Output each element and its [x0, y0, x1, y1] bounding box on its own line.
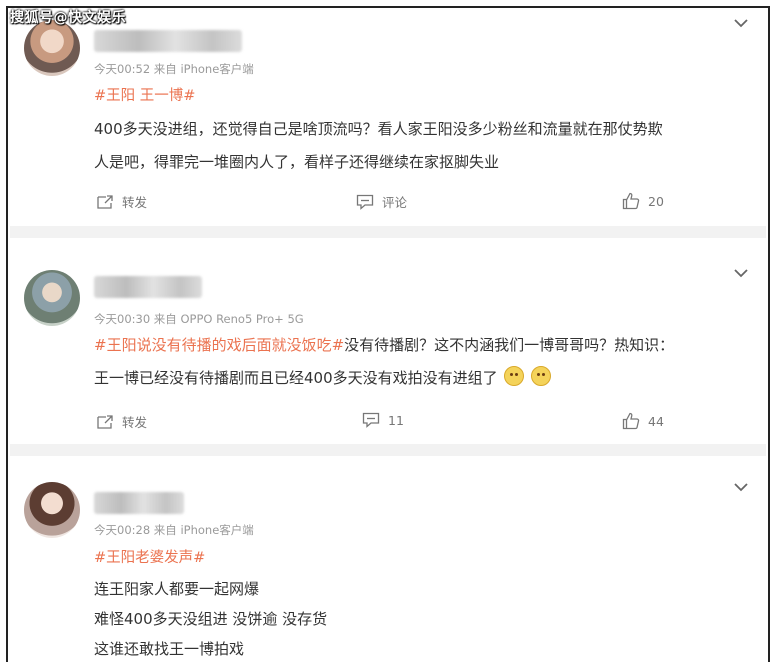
repost-button[interactable]: 转发: [96, 412, 147, 431]
comment-meta: 今天00:30 来自 OPPO Reno5 Pro+ 5G: [94, 312, 304, 326]
watermark: 搜狐号@快文娱乐: [10, 10, 126, 26]
comment-icon: [362, 412, 380, 428]
comment-text-line: 难怪400多天没组进 没饼逾 没存货: [94, 610, 328, 628]
chevron-down-icon[interactable]: [734, 482, 748, 492]
comment-text: 王一博已经没有待播剧而且已经400多天没有戏拍没有进组了: [94, 369, 498, 387]
repost-icon: [97, 194, 113, 209]
comment-card: 今天00:52 来自 iPhone客户端 #王阳 王一博# 400多天没进组，还…: [10, 8, 766, 226]
chevron-down-icon[interactable]: [734, 18, 748, 28]
comment-card: 今天00:28 来自 iPhone客户端 #王阳老婆发声# 连王阳家人都要一起网…: [10, 456, 766, 666]
avatar[interactable]: [24, 482, 80, 538]
like-button[interactable]: 20: [622, 192, 664, 210]
topic-tag[interactable]: #王阳老婆发声#: [94, 546, 205, 567]
repost-button[interactable]: 转发: [96, 192, 147, 211]
thumbs-up-icon: [622, 412, 640, 430]
like-count: 20: [648, 193, 664, 209]
comment-count: 11: [388, 412, 404, 428]
separator: [10, 226, 766, 238]
topic-tag[interactable]: #王阳说没有待播的戏后面就没饭吃#: [94, 336, 344, 354]
separator: [10, 444, 766, 456]
comment-text-line: 这谁还敢找王一博拍戏: [94, 640, 245, 658]
chevron-down-icon[interactable]: [734, 268, 748, 278]
username-blurred[interactable]: [94, 30, 242, 52]
comment-button[interactable]: 11: [362, 412, 404, 428]
comment-text-line: #王阳说没有待播的戏后面就没饭吃#没有待播剧？这不内涵我们一博哥哥吗？热知识：: [94, 334, 674, 355]
emoji-icon: [531, 366, 552, 386]
comment-button[interactable]: 评论: [356, 192, 407, 211]
emoji-icon: [504, 366, 525, 386]
comment-text-line: 400多天没进组，还觉得自己是啥顶流吗？看人家王阳没多少粉丝和流量就在那仗势欺: [94, 120, 663, 138]
like-count: 44: [648, 413, 664, 429]
comment-text-line: 连王阳家人都要一起网爆: [94, 580, 260, 598]
comment-card: 今天00:30 来自 OPPO Reno5 Pro+ 5G #王阳说没有待播的戏…: [10, 238, 766, 444]
comment-meta: 今天00:28 来自 iPhone客户端: [94, 523, 254, 537]
comment-label: 评论: [382, 195, 408, 210]
comment-meta: 今天00:52 来自 iPhone客户端: [94, 62, 254, 76]
comment-text-line: 王一博已经没有待播剧而且已经400多天没有戏拍没有进组了: [94, 366, 552, 388]
repost-label: 转发: [122, 415, 148, 430]
thumbs-up-icon: [622, 192, 640, 210]
username-blurred[interactable]: [94, 492, 184, 514]
comment-text-line: 人是吧，得罪完一堆圈内人了，看样子还得继续在家抠脚失业: [94, 153, 500, 171]
username-blurred[interactable]: [94, 276, 202, 298]
repost-label: 转发: [122, 195, 148, 210]
comment-feed: 今天00:52 来自 iPhone客户端 #王阳 王一博# 400多天没进组，还…: [6, 6, 770, 662]
comment-text: 没有待播剧？这不内涵我们一博哥哥吗？热知识：: [344, 336, 675, 354]
repost-icon: [97, 414, 113, 429]
avatar[interactable]: [24, 20, 80, 76]
topic-tag[interactable]: #王阳 王一博#: [94, 84, 195, 105]
avatar[interactable]: [24, 270, 80, 326]
like-button[interactable]: 44: [622, 412, 664, 430]
comment-icon: [356, 194, 374, 210]
